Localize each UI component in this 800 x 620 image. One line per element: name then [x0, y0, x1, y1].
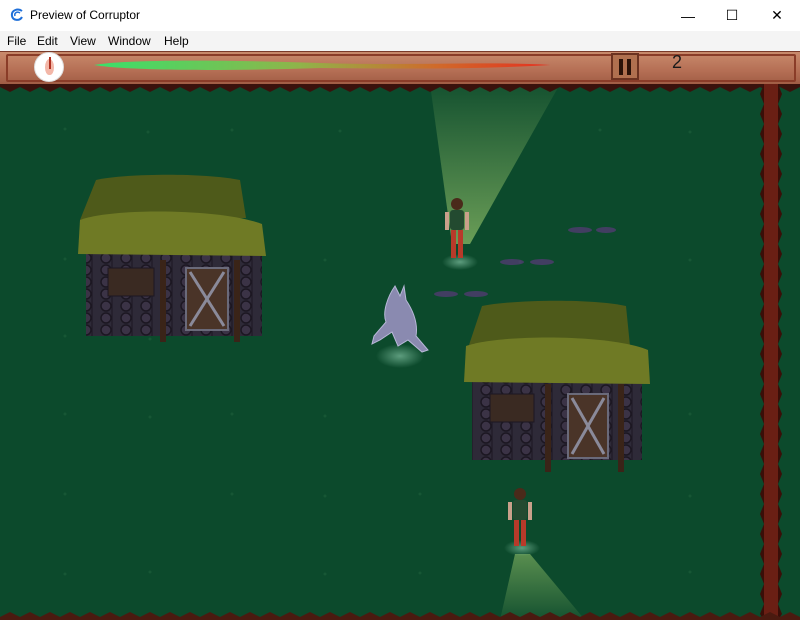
menu-bar: File Edit View Window Help [0, 31, 800, 51]
minimize-button[interactable]: — [665, 0, 711, 31]
menu-edit[interactable]: Edit [37, 34, 58, 48]
health-fill [94, 60, 551, 70]
villager [504, 488, 540, 556]
menu-file[interactable]: File [7, 34, 26, 48]
pause-button[interactable] [611, 53, 639, 80]
app-icon [10, 8, 23, 21]
menu-help[interactable]: Help [164, 34, 189, 48]
vision-cone [430, 84, 560, 244]
log-hut [78, 174, 266, 342]
log-hut [464, 300, 650, 472]
thorn-border-top [0, 84, 800, 92]
vision-cone [500, 554, 585, 620]
thorn-border-bottom [0, 612, 800, 620]
close-button[interactable]: ✕ [754, 0, 800, 31]
score-counter: 2 [672, 52, 683, 72]
maximize-button[interactable]: ☐ [709, 0, 755, 31]
thorn-border-right [760, 84, 782, 620]
game-scene [63, 84, 692, 620]
window-title: Preview of Corruptor [30, 8, 141, 22]
game-canvas[interactable] [0, 84, 800, 620]
menu-view[interactable]: View [70, 34, 96, 48]
player-ghost [371, 284, 429, 368]
health-bar [94, 60, 551, 70]
title-bar: Preview of Corruptor — ☐ ✕ [0, 0, 800, 31]
timer-dial-icon [34, 52, 64, 82]
menu-window[interactable]: Window [108, 34, 151, 48]
pause-icon [619, 58, 623, 75]
